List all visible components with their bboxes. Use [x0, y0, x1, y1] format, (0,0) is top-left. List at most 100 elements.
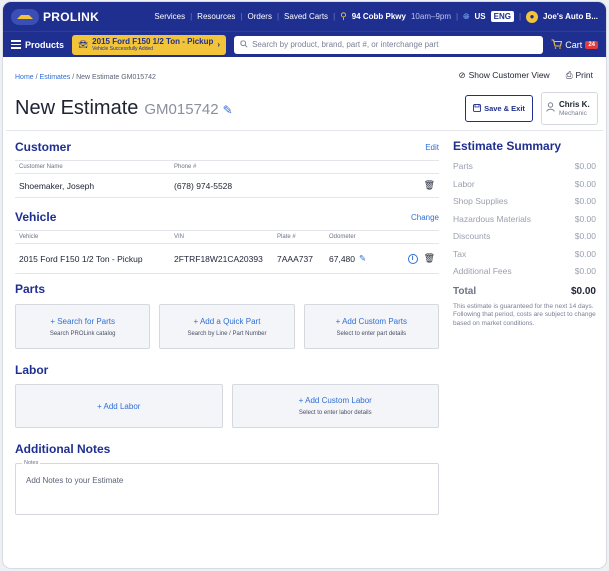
- summary-row: Parts $0.00: [453, 161, 596, 179]
- summary-label: Tax: [453, 248, 467, 259]
- search-icon: [240, 39, 248, 50]
- customer-row: Shoemaker, Joseph (678) 974-5528 🗑︎: [15, 174, 439, 198]
- selected-vehicle-name: 2015 Ford F150 1/2 Ton - Pickup: [92, 37, 214, 46]
- show-customer-view-button[interactable]: ⊘ Show Customer View: [458, 70, 549, 81]
- col-vehicle: Vehicle: [19, 234, 39, 240]
- user-card[interactable]: Chris K. Mechanic: [541, 92, 598, 125]
- nav-divider: |: [456, 12, 459, 21]
- product-bar: Products 🚘︎ 2015 Ford F150 1/2 Ton - Pic…: [3, 31, 606, 57]
- total-label: Total: [453, 285, 477, 297]
- summary-label: Discounts: [453, 231, 491, 241]
- search-parts-card[interactable]: + Search for Parts Search PROLink catalo…: [15, 304, 151, 349]
- globe-icon: 🌐︎: [463, 11, 470, 21]
- nav-divider: |: [333, 12, 336, 21]
- vehicle-odometer: 67,480: [329, 253, 355, 264]
- summary-row: Tax $0.00: [453, 249, 596, 267]
- search-parts-label: + Search for Parts: [50, 316, 116, 326]
- col-plate: Plate #: [277, 234, 296, 240]
- nav-divider: |: [190, 12, 193, 21]
- trash-icon[interactable]: 🗑︎: [424, 180, 435, 191]
- breadcrumb-home[interactable]: Home: [15, 74, 34, 81]
- print-button[interactable]: ⎙ Print: [566, 70, 593, 81]
- customer-title: Customer: [15, 140, 72, 154]
- pencil-icon[interactable]: ✎: [359, 253, 408, 264]
- vehicle-status-text: Vehicle Successfully Added: [92, 46, 154, 52]
- language-selector[interactable]: ENG: [490, 11, 514, 22]
- page-actions: ⊘ Show Customer View ⎙ Print: [458, 70, 593, 81]
- nav-divider: |: [276, 12, 280, 21]
- summary-label: Hazardous Materials: [453, 213, 531, 224]
- store-address[interactable]: 94 Cobb Pkwy: [352, 12, 406, 21]
- nav-link-saved-carts[interactable]: Saved Carts: [284, 12, 328, 21]
- customer-section-header: Customer Edit: [15, 140, 439, 154]
- info-icon[interactable]: i: [407, 253, 418, 264]
- user-role: Mechanic: [559, 110, 587, 117]
- save-icon: [473, 103, 481, 114]
- customer-table-header: Customer Name Phone #: [15, 160, 439, 174]
- col-vin: VIN: [174, 234, 185, 240]
- custom-labor-label: + Add Custom Labor: [298, 396, 372, 405]
- custom-labor-card[interactable]: + Add Custom Labor Select to enter labor…: [231, 384, 439, 428]
- summary-row: Labor $0.00: [453, 179, 596, 197]
- total-value: $0.00: [570, 285, 596, 297]
- products-menu-button[interactable]: Products: [11, 38, 64, 51]
- summary-value: $0.00: [574, 161, 596, 171]
- page-title: New Estimate GM015742 ✎: [15, 97, 233, 120]
- summary-value: $0.00: [574, 266, 596, 276]
- summary-value: $0.00: [574, 196, 596, 206]
- trash-icon[interactable]: 🗑︎: [424, 253, 435, 264]
- account-icon: ●: [526, 10, 539, 23]
- nav-link-services[interactable]: Services: [154, 12, 185, 21]
- add-labor-card[interactable]: + Add Labor: [15, 384, 223, 428]
- brand-logo[interactable]: PROLINK: [11, 8, 99, 25]
- customer-phone: (678) 974-5528: [174, 180, 233, 191]
- printer-icon: ⎙: [565, 70, 573, 80]
- breadcrumb-estimates[interactable]: Estimates: [40, 74, 71, 81]
- app-window: PROLINK Services | Resources | Orders | …: [3, 2, 606, 568]
- customer-edit-link[interactable]: Edit: [425, 143, 439, 152]
- cart-button[interactable]: Cart 24: [551, 38, 598, 51]
- estimate-number: GM015742: [144, 101, 219, 118]
- quick-part-card[interactable]: + Add a Quick Part Search by Line / Part…: [159, 304, 295, 349]
- summary-row: Discounts $0.00: [453, 231, 596, 249]
- vehicle-row: 2015 Ford F150 1/2 Ton - Pickup 2FTRF18W…: [15, 244, 439, 274]
- quick-part-label: + Add a Quick Part: [193, 316, 261, 326]
- pencil-icon[interactable]: ✎: [223, 103, 233, 117]
- custom-parts-card[interactable]: + Add Custom Parts Select to enter part …: [303, 304, 439, 349]
- search-parts-sub: Search PROLink catalog: [49, 330, 116, 337]
- estimate-summary: Estimate Summary Parts $0.00 Labor $0.00 S…: [453, 139, 596, 328]
- user-name: Chris K.: [559, 100, 590, 109]
- vehicle-name: 2015 Ford F150 1/2 Ton - Pickup: [19, 253, 143, 264]
- vehicle-vin: 2FTRF18W21CA20393: [174, 253, 263, 264]
- vehicle-selector[interactable]: 🚘︎ 2015 Ford F150 1/2 Ton - Pickup Vehic…: [72, 34, 227, 55]
- vehicle-table-header: Vehicle VIN Plate # Odometer: [15, 230, 439, 244]
- nav-link-orders[interactable]: Orders: [248, 12, 272, 21]
- summary-title: Estimate Summary: [453, 139, 562, 153]
- search-placeholder: Search by product, brand, part #, or int…: [252, 40, 439, 49]
- vehicle-section-header: Vehicle Change: [15, 210, 439, 224]
- country-selector[interactable]: US: [475, 12, 486, 21]
- summary-label: Labor: [453, 178, 475, 189]
- estimate-details: Customer Edit Customer Name Phone # Shoe…: [15, 140, 439, 515]
- summary-label: Shop Supplies: [453, 196, 508, 206]
- summary-disclaimer: This estimate is guaranteed for the next…: [453, 302, 596, 327]
- custom-parts-label: + Add Custom Parts: [335, 316, 407, 326]
- parts-section-header: Parts: [15, 282, 439, 296]
- account-name[interactable]: Joe's Auto B...: [543, 12, 598, 21]
- summary-row: Additional Fees $0.00: [453, 266, 596, 284]
- summary-value: $0.00: [574, 248, 596, 259]
- eye-slash-icon: ⊘: [458, 70, 466, 80]
- notes-textarea[interactable]: Notes Add Notes to your Estimate: [15, 460, 439, 515]
- search-input[interactable]: Search by product, brand, part #, or int…: [234, 35, 544, 54]
- cart-label: Cart: [565, 39, 583, 50]
- summary-value: $0.00: [574, 178, 596, 189]
- notes-placeholder: Add Notes to your Estimate: [26, 476, 124, 485]
- summary-label: Parts: [453, 161, 473, 171]
- labor-section-header: Labor: [15, 363, 439, 377]
- custom-labor-sub: Select to enter labor details: [298, 410, 372, 416]
- nav-link-resources[interactable]: Resources: [197, 12, 235, 21]
- save-exit-label: Save & Exit: [484, 104, 525, 113]
- vehicle-change-link[interactable]: Change: [411, 213, 439, 222]
- save-exit-button[interactable]: Save & Exit: [465, 95, 533, 122]
- summary-value: $0.00: [574, 213, 596, 224]
